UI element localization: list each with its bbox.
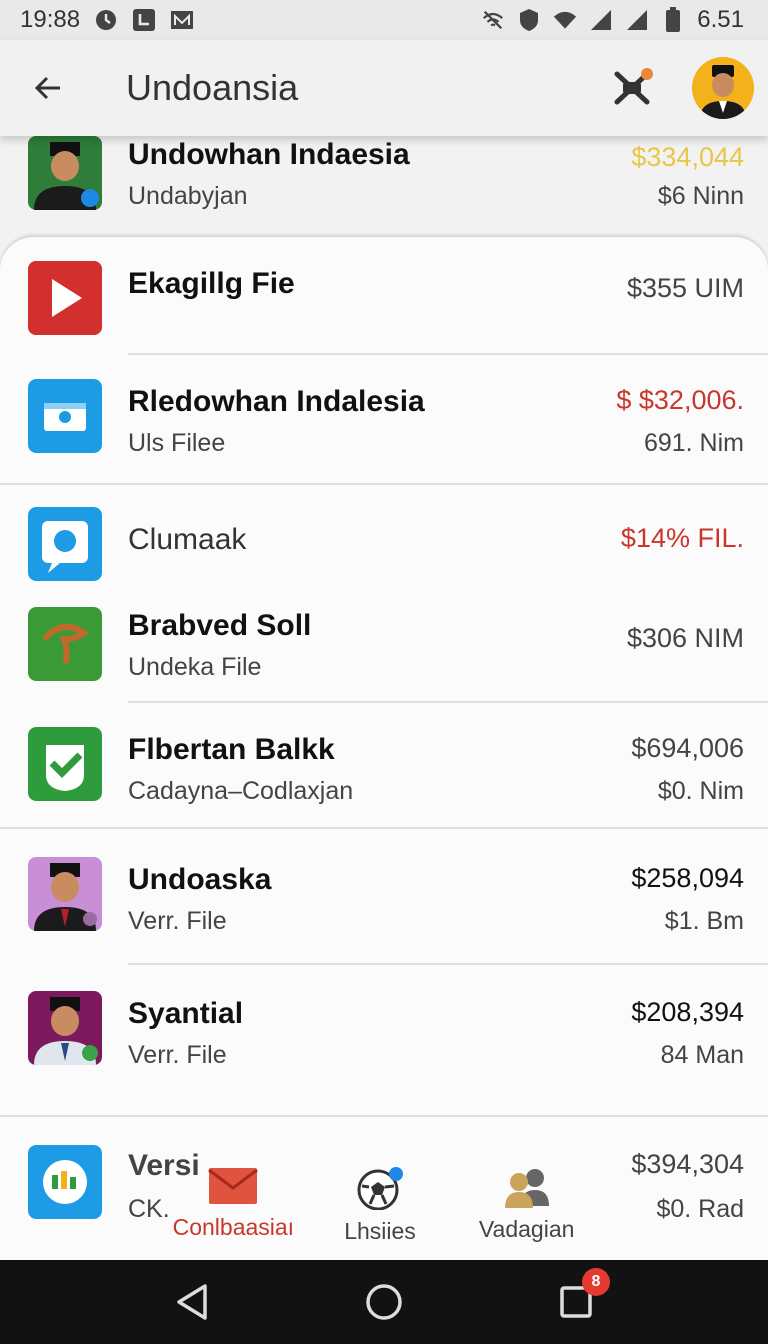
list-item[interactable]: Syantial Verr. File $208,394 84 Man: [0, 965, 768, 1117]
item-amount: $334,044: [631, 142, 744, 172]
item-amount: $306 NIM: [626, 623, 744, 653]
system-navigation-bar: 8: [0, 1260, 768, 1344]
arrow-left-icon: [34, 76, 60, 100]
people-icon: [504, 1169, 549, 1208]
item-amount-sub: $0. Rad: [656, 1195, 744, 1223]
item-subtitle: Uls Filee: [128, 429, 226, 457]
signal-icon: [589, 9, 613, 31]
item-name: Undoaska: [128, 863, 272, 896]
item-amount: $258,094: [631, 863, 744, 893]
page-title: Undoansia: [126, 67, 299, 108]
item-amount: $355 UIM: [626, 273, 744, 303]
system-recents-button[interactable]: 8: [546, 1268, 610, 1332]
profile-avatar[interactable]: [692, 57, 754, 119]
bottom-nav: Conlbaasiaı Lhsiies Vadagian: [160, 1158, 600, 1258]
checkmark-icon: [28, 727, 102, 801]
item-name: Flbertan Balkk: [128, 733, 335, 766]
item-amount: $208,394: [631, 997, 744, 1027]
list-item[interactable]: Undoaska Verr. File $258,094 $1. Bm: [0, 829, 768, 965]
back-button[interactable]: [18, 58, 78, 118]
signal-icon: [625, 9, 649, 31]
nav-item-mail[interactable]: Conlbaasiaı: [160, 1158, 307, 1258]
status-bar: 19:88 6.51: [0, 0, 768, 40]
leaf-icon: [28, 607, 102, 681]
system-home-button[interactable]: [354, 1272, 414, 1332]
item-amount-sub: 691. Nim: [643, 429, 744, 457]
item-amount: $694,006: [631, 733, 744, 763]
item-name: Undowhan Indaesia: [128, 138, 410, 171]
list-item[interactable]: Clumaak $14% FIL.: [0, 485, 768, 585]
nav-label: Lhsiies: [344, 1218, 416, 1244]
content-card: Ekagillg Fie $355 UIM Rledowhan Indalesi…: [0, 236, 768, 1266]
tools-button[interactable]: [608, 63, 658, 113]
status-battery-time: 6.51: [697, 6, 744, 33]
list-item[interactable]: Ekagillg Fie $355 UIM: [0, 237, 768, 355]
battery-icon: [661, 7, 685, 32]
list-item[interactable]: Undowhan Indaesia Undabyjan $334,044 $6 …: [0, 132, 768, 232]
mail-icon: [208, 1168, 259, 1204]
item-amount: $394,304: [631, 1149, 744, 1179]
list-item[interactable]: Rledowhan Indalesia Uls Filee $ $32,006.…: [0, 355, 768, 485]
person-photo-icon: [28, 857, 102, 931]
gmail-icon: [170, 9, 194, 31]
item-amount-sub: 84 Man: [660, 1041, 744, 1069]
chart-app-icon: [28, 1145, 102, 1219]
video-play-icon: [28, 261, 102, 335]
crossed-tools-icon: [614, 68, 653, 105]
item-name: Syantial: [128, 997, 244, 1030]
item-subtitle: Cadayna–Codlaxjan: [128, 777, 354, 805]
wifi-icon: [553, 9, 577, 31]
system-back-button[interactable]: [162, 1272, 222, 1332]
chat-bubble-icon: [28, 507, 102, 581]
nav-item-people[interactable]: Vadagian: [453, 1158, 600, 1258]
app-bar: Undoansia: [0, 40, 768, 136]
item-name: Rledowhan Indalesia: [128, 385, 425, 418]
shield-icon: [517, 9, 541, 31]
circle-home-icon: [366, 1284, 402, 1320]
download-icon: [132, 9, 156, 31]
item-subtitle: Undeka File: [128, 653, 262, 681]
item-amount: $ $32,006.: [616, 385, 744, 415]
top-list: Undowhan Indaesia Undabyjan $334,044 $6 …: [0, 132, 768, 232]
item-subtitle: Verr. File: [128, 907, 227, 935]
no-network-icon: [481, 9, 505, 31]
triangle-back-icon: [177, 1284, 207, 1320]
wallet-icon: [28, 379, 102, 453]
nav-label: Vadagian: [478, 1216, 575, 1242]
item-amount-sub: $6 Ninn: [657, 182, 744, 210]
item-amount-sub: $0. Nim: [657, 777, 744, 805]
item-name: Brabved Soll: [128, 609, 312, 642]
soccer-ball-icon: [357, 1167, 403, 1210]
status-time: 19:88: [20, 6, 81, 33]
notification-badge: 8: [582, 1268, 610, 1296]
item-amount: $14% FIL.: [620, 523, 744, 553]
item-subtitle: Verr. File: [128, 1041, 227, 1069]
item-subtitle: Undabyjan: [128, 182, 248, 210]
nav-label: Conlbaasiaı: [172, 1214, 295, 1240]
nav-item-sports[interactable]: Lhsiies: [307, 1158, 454, 1258]
item-name: Clumaak: [128, 523, 247, 556]
list-item[interactable]: Flbertan Balkk Cadayna–Codlaxjan $694,00…: [0, 703, 768, 829]
list-item[interactable]: Brabved Soll Undeka File $306 NIM: [0, 585, 768, 703]
sync-icon: [94, 9, 118, 31]
item-name: Ekagillg Fie: [128, 267, 295, 300]
person-photo-icon: [28, 136, 102, 210]
item-amount-sub: $1. Bm: [664, 907, 744, 935]
person-photo-icon: [28, 991, 102, 1065]
